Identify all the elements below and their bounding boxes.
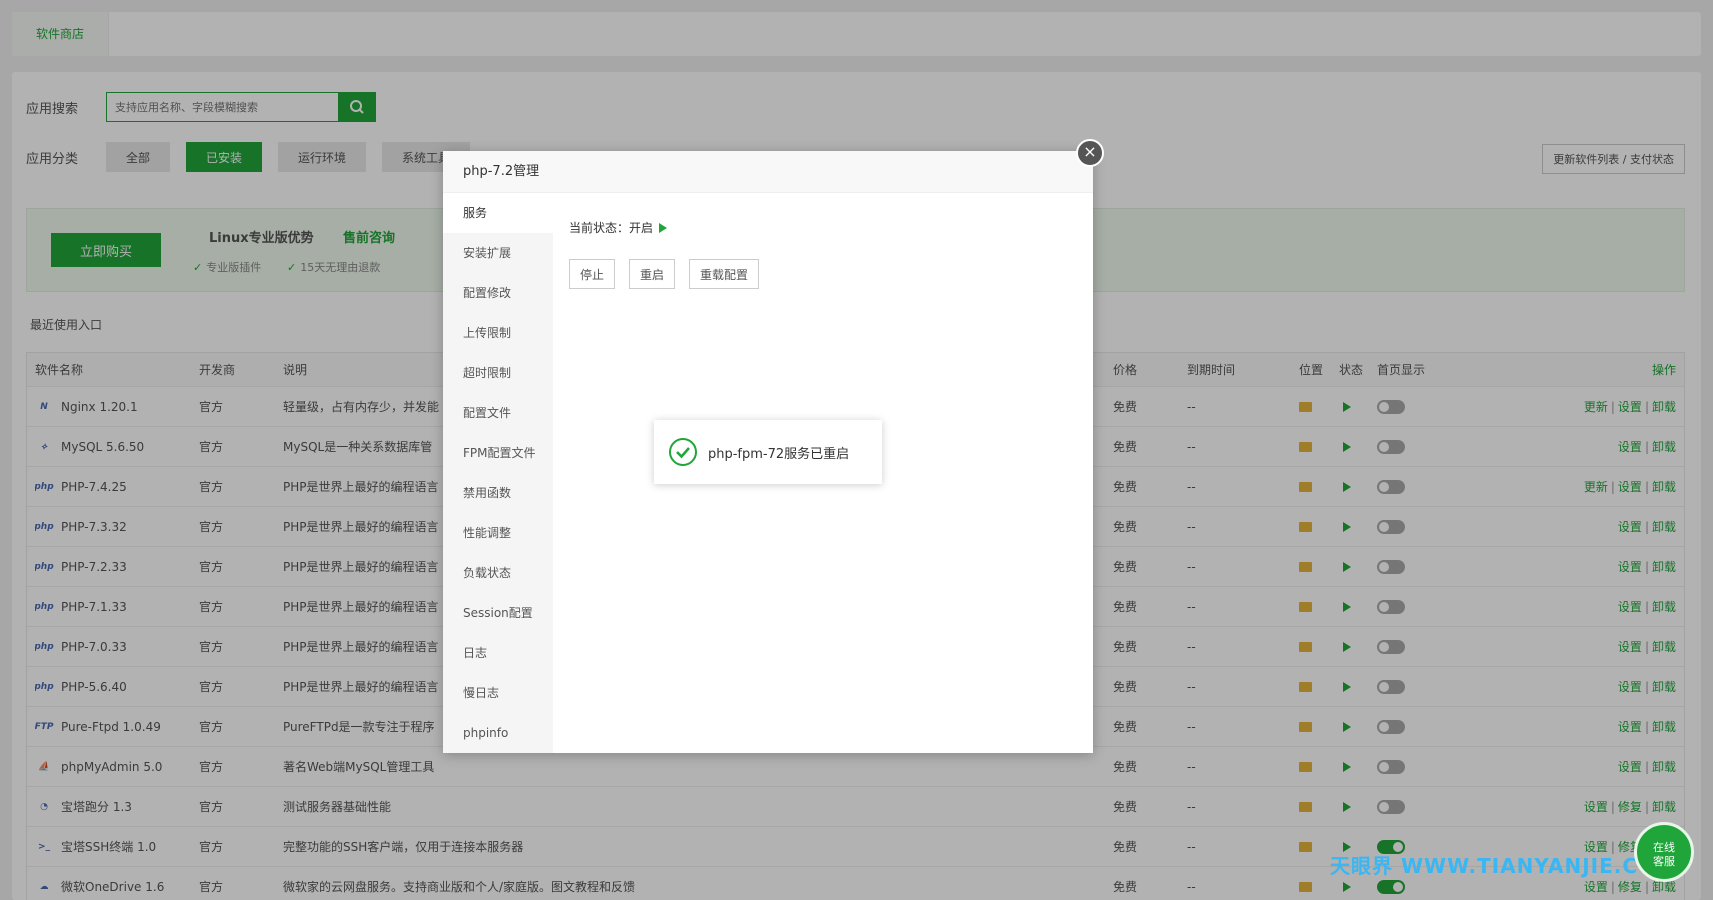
service-buttons: 停止 重启 重载配置 [569,259,773,289]
chat-line1: 在线 [1653,841,1675,854]
toast-message: php-fpm-72服务已重启 [708,446,850,462]
check-circle-icon [669,438,697,466]
stop-button[interactable]: 停止 [569,259,616,289]
success-toast: php-fpm-72服务已重启 [654,420,882,484]
dialog-menu-item[interactable]: 配置修改 [443,273,553,313]
dialog-menu-item[interactable]: 上传限制 [443,313,553,353]
dialog-menu-item[interactable]: 慢日志 [443,673,553,713]
restart-button[interactable]: 重启 [629,259,676,289]
dialog-menu-item[interactable]: 超时限制 [443,353,553,393]
reload-config-button[interactable]: 重载配置 [689,259,760,289]
dialog-menu-item[interactable]: phpinfo [443,713,553,753]
dialog-sidebar: 服务 安装扩展 配置修改 上传限制 超时限制 配置文件 FPM配置文件 禁用函数 性能调整 负载状… [443,193,553,753]
dialog-menu-item[interactable]: 日志 [443,633,553,673]
dialog-menu-item[interactable]: Session配置 [443,593,553,633]
online-support-button[interactable]: 在线 客服 [1634,822,1694,882]
close-icon[interactable]: × [1076,139,1104,167]
dialog-menu-item[interactable]: 负载状态 [443,553,553,593]
dialog-menu-item[interactable]: 服务 [443,193,553,233]
dialog-menu-item[interactable]: 禁用函数 [443,473,553,513]
dialog-menu-item[interactable]: 安装扩展 [443,233,553,273]
play-icon [659,222,668,233]
dialog-menu-item[interactable]: FPM配置文件 [443,433,553,473]
dialog-title: php-7.2管理 [443,151,1093,193]
dialog-menu-item[interactable]: 性能调整 [443,513,553,553]
chat-line2: 客服 [1653,855,1675,868]
watermark: 天眼界 WWW.TIANYANJIE.COM [1330,854,1677,878]
dialog-menu-item[interactable]: 配置文件 [443,393,553,433]
service-status: 当前状态：开启 [569,219,668,236]
status-text: 当前状态：开启 [569,221,654,235]
